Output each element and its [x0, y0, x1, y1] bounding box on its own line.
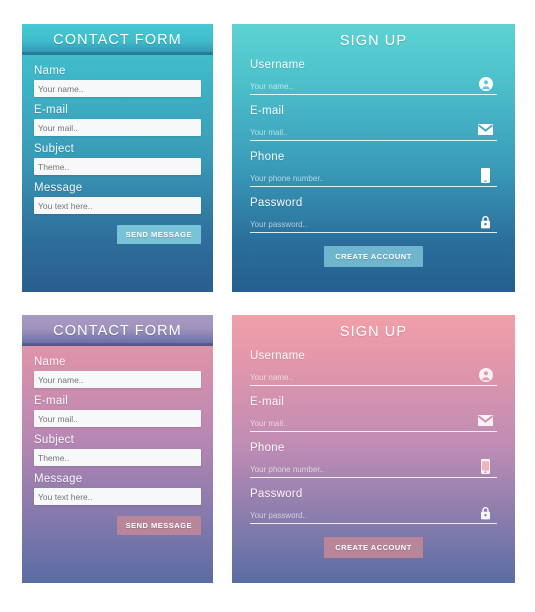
- field-group-subject: Subject: [34, 143, 201, 175]
- card-body: Name E-mail Subject Message SEND MESSAGE: [22, 346, 213, 535]
- email-input[interactable]: [250, 419, 497, 428]
- contact-form-card-teal: CONTACT FORM Name E-mail Subject Message…: [22, 24, 213, 292]
- field-group-password: Password: [250, 197, 497, 233]
- field-label-email: E-mail: [250, 105, 285, 117]
- create-account-button[interactable]: CREATE ACCOUNT: [324, 537, 423, 558]
- message-input[interactable]: [34, 488, 201, 505]
- input-underline: [250, 168, 497, 187]
- field-label-message: Message: [34, 182, 83, 194]
- name-input[interactable]: [34, 80, 201, 97]
- field-label-phone: Phone: [250, 442, 285, 454]
- card-header: CONTACT FORM: [22, 315, 213, 346]
- submit-row: CREATE ACCOUNT: [250, 537, 497, 558]
- field-group-name: Name: [34, 65, 201, 97]
- field-group-message: Message: [34, 473, 201, 505]
- input-underline: [250, 415, 497, 432]
- field-group-email: E-mail: [250, 396, 497, 432]
- field-group-email: E-mail: [34, 395, 201, 427]
- field-label-subject: Subject: [34, 434, 75, 446]
- submit-row: CREATE ACCOUNT: [250, 246, 497, 267]
- phone-icon: [478, 168, 493, 183]
- page-title: SIGN UP: [339, 323, 408, 340]
- field-group-phone: Phone: [250, 442, 497, 478]
- page-title: CONTACT FORM: [53, 31, 182, 48]
- card-header: SIGN UP: [232, 24, 515, 57]
- input-underline: [250, 214, 497, 233]
- field-label-email: E-mail: [34, 395, 69, 407]
- name-input[interactable]: [34, 371, 201, 388]
- input-underline: [250, 459, 497, 478]
- submit-row: SEND MESSAGE: [34, 516, 201, 535]
- field-label-subject: Subject: [34, 143, 75, 155]
- signup-card-pink: SIGN UP Username E-mail: [232, 315, 515, 583]
- email-input[interactable]: [34, 119, 201, 136]
- field-label-password: Password: [250, 197, 303, 209]
- contact-form-card-pink: CONTACT FORM Name E-mail Subject Message…: [22, 315, 213, 583]
- field-group-email: E-mail: [34, 104, 201, 136]
- username-input[interactable]: [250, 82, 497, 91]
- field-group-name: Name: [34, 356, 201, 388]
- submit-row: SEND MESSAGE: [34, 225, 201, 244]
- username-input[interactable]: [250, 373, 497, 382]
- field-label-phone: Phone: [250, 151, 285, 163]
- input-underline: [250, 124, 497, 141]
- field-label-username: Username: [250, 350, 306, 362]
- field-group-username: Username: [250, 59, 497, 95]
- field-group-email: E-mail: [250, 105, 497, 141]
- card-body: Username E-mail Phone: [232, 57, 515, 267]
- card-body: Name E-mail Subject Message SEND MESSAGE: [22, 55, 213, 244]
- card-body: Username E-mail Phone: [232, 348, 515, 558]
- subject-input[interactable]: [34, 449, 201, 466]
- envelope-icon: [478, 413, 493, 428]
- field-label-password: Password: [250, 488, 303, 500]
- card-header: CONTACT FORM: [22, 24, 213, 55]
- field-label-name: Name: [34, 356, 66, 368]
- field-group-subject: Subject: [34, 434, 201, 466]
- field-group-username: Username: [250, 350, 497, 386]
- page-title: SIGN UP: [339, 32, 408, 49]
- field-group-phone: Phone: [250, 151, 497, 187]
- subject-input[interactable]: [34, 158, 201, 175]
- phone-icon: [478, 459, 493, 474]
- phone-input[interactable]: [250, 174, 497, 183]
- field-group-message: Message: [34, 182, 201, 214]
- password-input[interactable]: [250, 220, 497, 229]
- card-header: SIGN UP: [232, 315, 515, 348]
- message-input[interactable]: [34, 197, 201, 214]
- page-title: CONTACT FORM: [53, 322, 182, 339]
- field-label-email: E-mail: [250, 396, 285, 408]
- input-underline: [250, 367, 497, 386]
- send-message-button[interactable]: SEND MESSAGE: [116, 225, 201, 244]
- input-underline: [250, 505, 497, 524]
- send-message-button[interactable]: SEND MESSAGE: [116, 516, 201, 535]
- user-icon: [478, 76, 493, 91]
- field-label-name: Name: [34, 65, 66, 77]
- input-underline: [250, 76, 497, 95]
- email-input[interactable]: [250, 128, 497, 137]
- form-templates-canvas: CONTACT FORM Name E-mail Subject Message…: [0, 0, 535, 612]
- phone-input[interactable]: [250, 465, 497, 474]
- field-label-email: E-mail: [34, 104, 69, 116]
- field-label-username: Username: [250, 59, 306, 71]
- email-input[interactable]: [34, 410, 201, 427]
- lock-icon: [478, 214, 493, 229]
- envelope-icon: [478, 122, 493, 137]
- password-input[interactable]: [250, 511, 497, 520]
- create-account-button[interactable]: CREATE ACCOUNT: [324, 246, 423, 267]
- field-label-message: Message: [34, 473, 83, 485]
- user-icon: [478, 367, 493, 382]
- signup-card-teal: SIGN UP Username E-mail: [232, 24, 515, 292]
- field-group-password: Password: [250, 488, 497, 524]
- lock-icon: [478, 505, 493, 520]
